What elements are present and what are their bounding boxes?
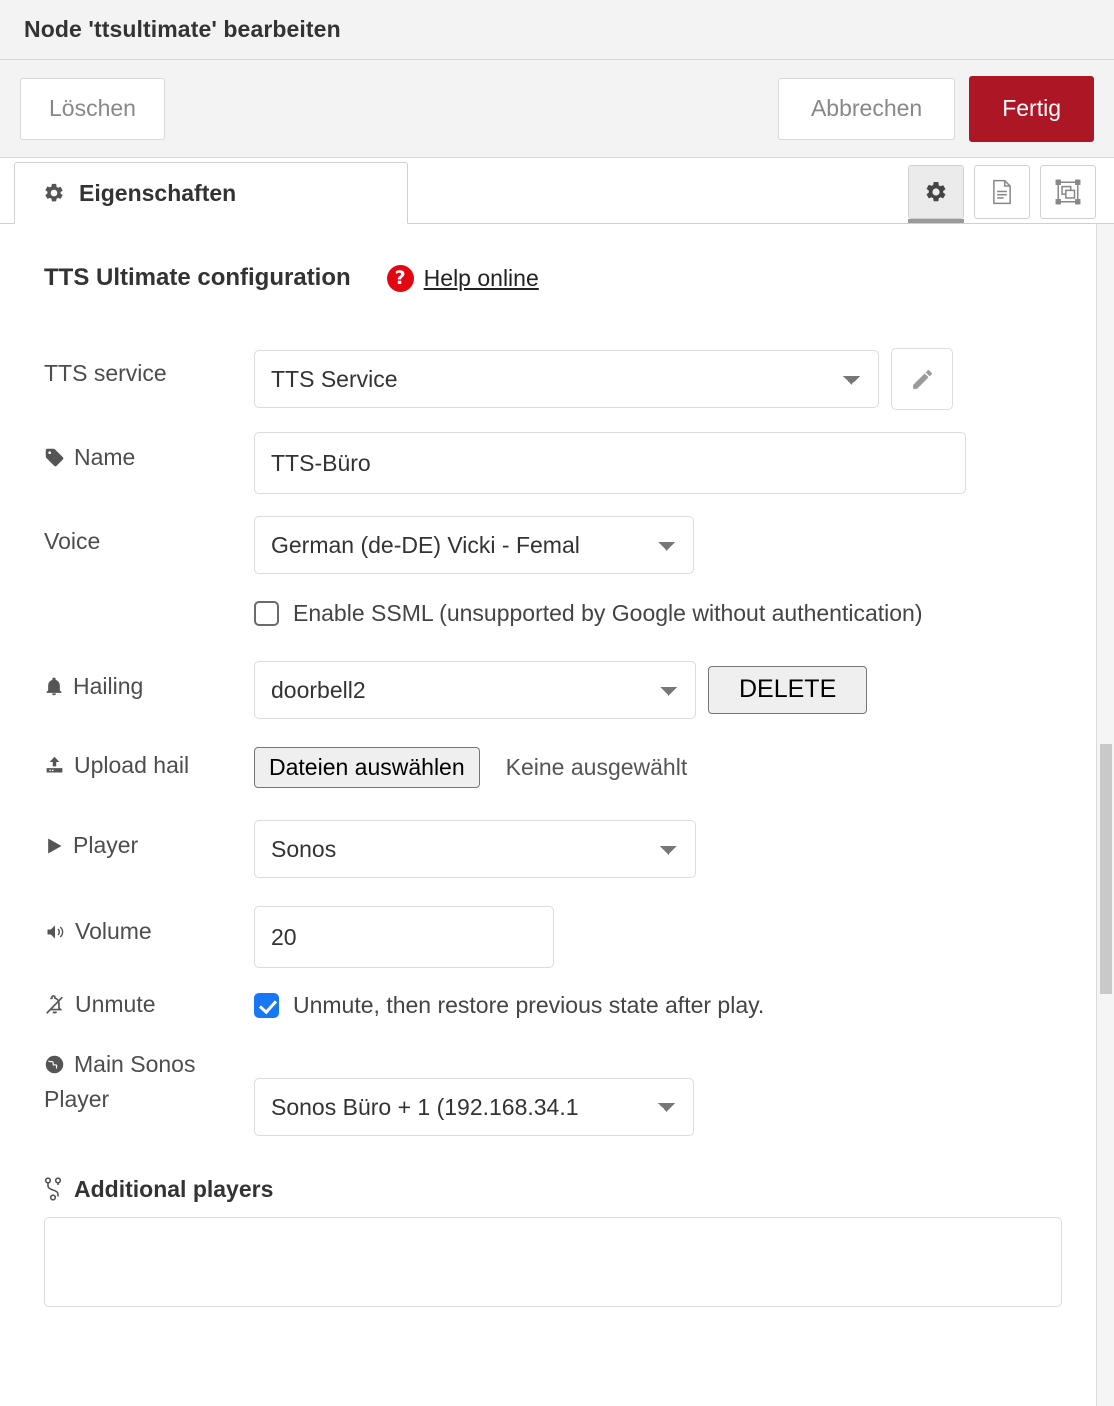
dialog-toolbar: Löschen Abbrechen Fertig — [0, 60, 1114, 158]
help-online-label: Help online — [423, 264, 539, 291]
upload-hail-label-group: Upload hail — [44, 747, 254, 780]
tab-properties-label: Eigenschaften — [79, 179, 237, 206]
name-label-group: Name — [44, 432, 254, 472]
gear-icon — [924, 180, 948, 204]
volume-icon — [44, 922, 66, 942]
section-header: TTS Ultimate configuration ? Help online — [0, 224, 1114, 292]
gear-icon — [43, 182, 65, 204]
row-enable-ssml: Enable SSML (unsupported by Google witho… — [0, 600, 1114, 627]
voice-field-group: German (de-DE) Vicki - Femal — [254, 516, 694, 574]
help-online-link[interactable]: ? Help online — [386, 264, 539, 292]
unmute-checkbox[interactable] — [254, 992, 279, 1018]
player-field-group: Sonos — [254, 820, 696, 879]
toolbar-right-group: Abbrechen Fertig — [777, 75, 1094, 142]
play-icon — [44, 836, 64, 856]
question-mark-icon: ? — [386, 264, 414, 292]
enable-ssml-label: Enable SSML (unsupported by Google witho… — [293, 600, 923, 626]
choose-files-button[interactable]: Dateien auswählen — [254, 747, 480, 789]
volume-label: Volume — [75, 918, 152, 945]
unmute-label-group: Unmute — [44, 990, 254, 1019]
hailing-label-group: Hailing — [44, 661, 254, 701]
row-tts-service: TTS service TTS Service — [0, 348, 1114, 410]
hailing-select[interactable]: doorbell2 — [254, 661, 696, 719]
row-hailing: Hailing doorbell2 DELETE — [0, 661, 1114, 719]
dialog-title: Node 'ttsultimate' bearbeiten — [24, 16, 341, 42]
main-sonos-player-label-line1: Main Sonos — [74, 1050, 196, 1077]
name-label: Name — [74, 444, 136, 470]
pencil-icon — [910, 367, 935, 392]
tts-service-field-group: TTS Service — [254, 348, 953, 410]
player-label-group: Player — [44, 820, 254, 860]
row-volume: Volume — [0, 906, 1114, 969]
row-upload-hail: Upload hail Dateien auswählen Keine ausg… — [0, 747, 1114, 789]
row-unmute: Unmute Unmute, then restore previous sta… — [0, 990, 1114, 1019]
upload-hail-status: Keine ausgewählt — [505, 754, 688, 781]
volume-input[interactable] — [254, 906, 554, 969]
cancel-button[interactable]: Abbrechen — [777, 77, 956, 140]
player-label: Player — [73, 832, 139, 859]
vertical-scrollbar-thumb[interactable] — [1100, 744, 1112, 994]
tab-strip: Eigenschaften — [0, 158, 1114, 224]
delete-button[interactable]: Löschen — [20, 77, 165, 140]
row-voice: Voice German (de-DE) Vicki - Femal — [0, 516, 1114, 574]
code-branch-icon — [44, 1177, 62, 1201]
delete-hail-button[interactable]: DELETE — [708, 666, 868, 714]
upload-icon — [44, 755, 65, 776]
main-sonos-player-label-group: Main Sonos Player — [44, 1050, 254, 1115]
globe-icon — [44, 1054, 65, 1075]
volume-label-group: Volume — [44, 906, 254, 946]
unmute-label: Unmute — [75, 991, 156, 1018]
name-input[interactable] — [254, 432, 966, 494]
unmute-field-group: Unmute, then restore previous state afte… — [254, 992, 764, 1019]
appearance-icon-button[interactable] — [1040, 165, 1096, 219]
bell-icon — [44, 676, 64, 698]
additional-players-header: Additional players — [0, 1176, 1114, 1203]
vertical-scrollbar-track[interactable] — [1096, 224, 1114, 1406]
gear-icon-button[interactable] — [908, 165, 964, 223]
tag-icon — [44, 447, 65, 468]
name-field-group — [254, 432, 966, 494]
volume-field-group — [254, 906, 554, 969]
appearance-icon — [1055, 179, 1081, 205]
voice-label: Voice — [44, 528, 101, 554]
main-sonos-player-select[interactable]: Sonos Büro + 1 (192.168.34.1 — [254, 1077, 694, 1136]
row-main-sonos-player: Main Sonos Player Sonos Büro + 1 (192.16… — [0, 1050, 1114, 1136]
dialog-header: Node 'ttsultimate' bearbeiten — [0, 0, 1114, 60]
tts-service-label: TTS service — [44, 360, 167, 386]
player-select[interactable]: Sonos — [254, 820, 696, 879]
upload-hail-label: Upload hail — [74, 752, 190, 778]
additional-players-textarea[interactable] — [44, 1216, 1062, 1307]
row-name: Name — [0, 432, 1114, 494]
hailing-field-group: doorbell2 DELETE — [254, 661, 868, 719]
main-sonos-player-field-group: Sonos Büro + 1 (192.168.34.1 — [254, 1050, 694, 1136]
tts-service-select[interactable]: TTS Service — [254, 350, 879, 408]
description-icon — [990, 179, 1014, 205]
properties-form: TTS Ultimate configuration ? Help online… — [0, 224, 1114, 1406]
main-sonos-player-label-line2: Player — [44, 1086, 110, 1113]
edit-tts-service-button[interactable] — [891, 348, 953, 410]
unmute-checkbox-label: Unmute, then restore previous state afte… — [293, 991, 765, 1018]
enable-ssml-checkbox[interactable] — [254, 601, 279, 626]
section-title: TTS Ultimate configuration — [44, 264, 351, 291]
tab-properties[interactable]: Eigenschaften — [14, 162, 408, 224]
row-player: Player Sonos — [0, 820, 1114, 879]
tab-strip-icon-group — [908, 165, 1114, 223]
upload-hail-field-group: Dateien auswählen Keine ausgewählt — [254, 747, 688, 789]
done-button[interactable]: Fertig — [969, 75, 1094, 142]
hailing-label: Hailing — [73, 673, 144, 699]
additional-players-label: Additional players — [74, 1175, 274, 1202]
bell-slash-icon — [44, 994, 66, 1016]
description-icon-button[interactable] — [974, 165, 1030, 219]
voice-select[interactable]: German (de-DE) Vicki - Femal — [254, 516, 694, 574]
